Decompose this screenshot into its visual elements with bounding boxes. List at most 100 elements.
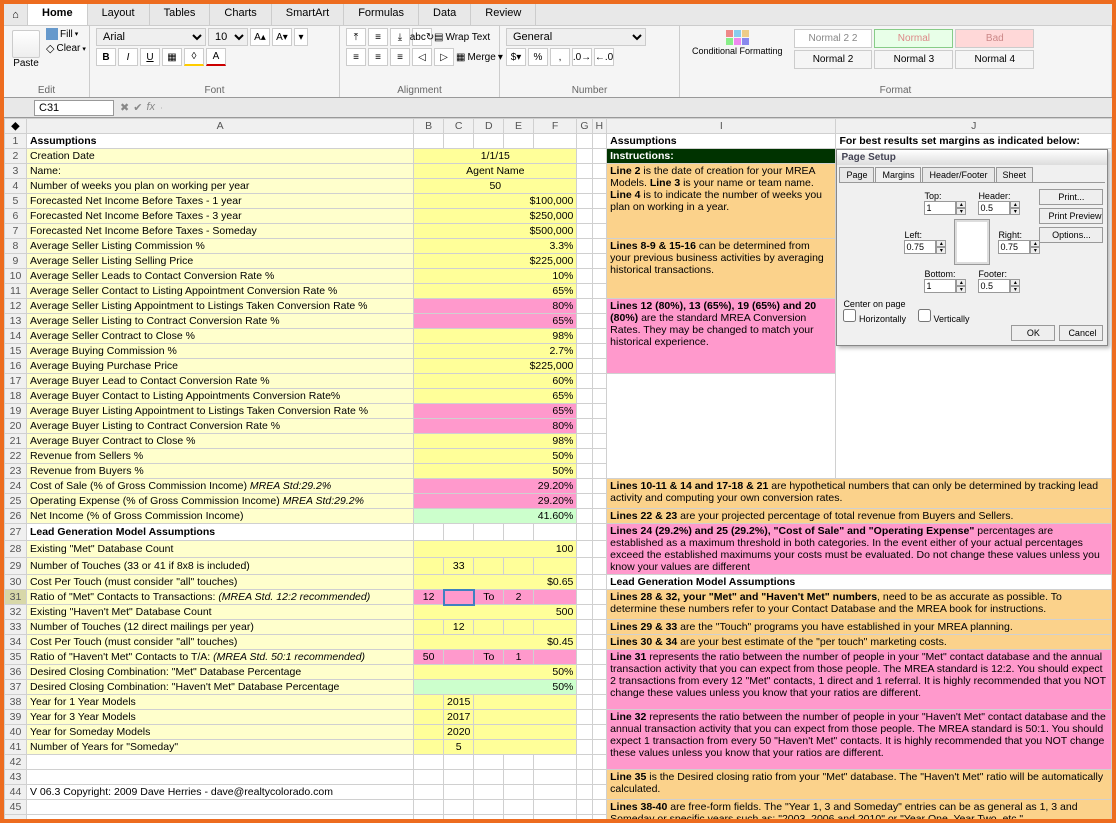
cell[interactable]: Agent Name bbox=[414, 164, 577, 179]
cell[interactable] bbox=[577, 299, 592, 314]
cell[interactable] bbox=[474, 695, 577, 710]
row-header[interactable]: 5 bbox=[5, 194, 27, 209]
spin-down[interactable]: ▾ bbox=[936, 247, 946, 254]
cell[interactable] bbox=[533, 558, 576, 575]
row-header[interactable]: 6 bbox=[5, 209, 27, 224]
align-center-button[interactable]: ≡ bbox=[368, 48, 388, 66]
row-header[interactable]: 4 bbox=[5, 179, 27, 194]
cell[interactable] bbox=[533, 755, 576, 770]
decrease-decimal-button[interactable]: ←.0 bbox=[594, 48, 614, 66]
cell[interactable] bbox=[414, 755, 444, 770]
row-header[interactable]: 31 bbox=[5, 590, 27, 605]
center-horiz-checkbox[interactable]: Horizontally bbox=[843, 309, 906, 324]
row-header[interactable]: 14 bbox=[5, 329, 27, 344]
cell[interactable]: Number of Touches (12 direct mailings pe… bbox=[26, 620, 413, 635]
cell[interactable]: 100 bbox=[414, 541, 577, 558]
cell[interactable] bbox=[504, 558, 534, 575]
row-header[interactable]: 40 bbox=[5, 725, 27, 740]
row-header[interactable]: 28 bbox=[5, 541, 27, 558]
cell[interactable]: Average Buyer Contact to Listing Appoint… bbox=[26, 389, 413, 404]
cell[interactable]: $225,000 bbox=[414, 359, 577, 374]
cell[interactable] bbox=[592, 389, 607, 404]
wrap-text-button[interactable]: ▤ Wrap Text bbox=[434, 32, 490, 43]
cell[interactable] bbox=[592, 269, 607, 284]
cell[interactable]: Operating Expense (% of Gross Commission… bbox=[26, 494, 413, 509]
enter-icon[interactable]: ✔ bbox=[133, 101, 142, 114]
cell[interactable]: Net Income (% of Gross Commission Income… bbox=[26, 509, 413, 524]
cell[interactable] bbox=[444, 134, 474, 149]
row-header[interactable]: 3 bbox=[5, 164, 27, 179]
cell[interactable] bbox=[592, 254, 607, 269]
underline-button[interactable]: U bbox=[140, 48, 160, 66]
orientation-button[interactable]: abc↻ bbox=[412, 28, 432, 46]
cell[interactable] bbox=[592, 605, 607, 620]
cell[interactable]: 80% bbox=[414, 299, 577, 314]
cell[interactable]: 50% bbox=[414, 680, 577, 695]
cell[interactable]: Average Buyer Contract to Close % bbox=[26, 434, 413, 449]
ribbon-tab-data[interactable]: Data bbox=[419, 4, 471, 25]
cell[interactable] bbox=[592, 404, 607, 419]
cell[interactable] bbox=[533, 770, 576, 785]
style-normal22[interactable]: Normal 2 2 bbox=[794, 29, 873, 48]
cell[interactable]: 2.7% bbox=[414, 344, 577, 359]
cell[interactable]: 2 bbox=[504, 590, 534, 605]
cell[interactable]: 60% bbox=[414, 374, 577, 389]
cell[interactable] bbox=[577, 164, 592, 179]
cell[interactable] bbox=[444, 800, 474, 815]
cell[interactable] bbox=[577, 710, 592, 725]
cell[interactable] bbox=[533, 620, 576, 635]
cell[interactable]: 2017 bbox=[444, 710, 474, 725]
cell[interactable] bbox=[592, 785, 607, 800]
ribbon-tab-review[interactable]: Review bbox=[471, 4, 536, 25]
print-preview-button[interactable]: Print Preview bbox=[1039, 208, 1103, 224]
conditional-formatting-button[interactable]: Conditional Formatting bbox=[686, 28, 789, 59]
cell[interactable]: To bbox=[474, 590, 504, 605]
cell[interactable] bbox=[592, 680, 607, 695]
ok-button[interactable]: OK bbox=[1011, 325, 1055, 341]
cell[interactable]: Instructions: bbox=[607, 149, 836, 164]
cell[interactable]: 65% bbox=[414, 284, 577, 299]
clear-button[interactable]: ◇Clear▾ bbox=[46, 42, 86, 55]
cell[interactable] bbox=[577, 314, 592, 329]
cell[interactable] bbox=[592, 344, 607, 359]
cell[interactable]: V 06.3 Copyright: 2009 Dave Herries - da… bbox=[26, 785, 413, 800]
merge-button[interactable]: ▦ Merge ▾ bbox=[456, 52, 503, 63]
cell[interactable] bbox=[444, 524, 474, 541]
cell[interactable] bbox=[577, 665, 592, 680]
row-header[interactable]: 22 bbox=[5, 449, 27, 464]
cell[interactable]: Average Buying Commission % bbox=[26, 344, 413, 359]
fill-color-button[interactable]: ◊ bbox=[184, 48, 204, 66]
cell[interactable]: Year for 3 Year Models bbox=[26, 710, 413, 725]
cell[interactable]: Forecasted Net Income Before Taxes - 1 y… bbox=[26, 194, 413, 209]
cell[interactable]: Assumptions bbox=[607, 134, 836, 149]
row-header[interactable]: 2 bbox=[5, 149, 27, 164]
cell[interactable]: 41.60% bbox=[414, 509, 577, 524]
cell[interactable] bbox=[592, 284, 607, 299]
cell[interactable]: 50 bbox=[414, 650, 444, 665]
cell[interactable] bbox=[444, 785, 474, 800]
row-header[interactable]: 36 bbox=[5, 665, 27, 680]
cell[interactable] bbox=[533, 815, 576, 820]
row-header[interactable]: 20 bbox=[5, 419, 27, 434]
cell[interactable] bbox=[533, 785, 576, 800]
cell[interactable] bbox=[592, 179, 607, 194]
cell[interactable]: Average Seller Listing to Contract Conve… bbox=[26, 314, 413, 329]
cell[interactable] bbox=[577, 209, 592, 224]
cell[interactable]: Line 35 is the Desired closing ratio fro… bbox=[607, 770, 1112, 800]
cell[interactable]: Cost Per Touch (must consider "all" touc… bbox=[26, 635, 413, 650]
cell[interactable] bbox=[592, 770, 607, 785]
cell[interactable] bbox=[577, 650, 592, 665]
row-header[interactable]: 35 bbox=[5, 650, 27, 665]
cell[interactable]: Lines 12 (80%), 13 (65%), 19 (65%) and 2… bbox=[607, 299, 836, 374]
spin-up[interactable]: ▴ bbox=[956, 279, 966, 286]
cell[interactable]: Average Buyer Listing Appointment to Lis… bbox=[26, 404, 413, 419]
borders-button[interactable]: ▦ bbox=[162, 48, 182, 66]
cell[interactable]: Ratio of "Met" Contacts to Transactions:… bbox=[26, 590, 413, 605]
cell[interactable]: Number of weeks you plan on working per … bbox=[26, 179, 413, 194]
cancel-button[interactable]: Cancel bbox=[1059, 325, 1103, 341]
cell[interactable]: Lead Generation Model Assumptions bbox=[607, 575, 1112, 590]
cell[interactable]: 65% bbox=[414, 389, 577, 404]
col-header[interactable]: H bbox=[592, 119, 607, 134]
col-header[interactable]: F bbox=[533, 119, 576, 134]
row-header[interactable]: 45 bbox=[5, 800, 27, 815]
